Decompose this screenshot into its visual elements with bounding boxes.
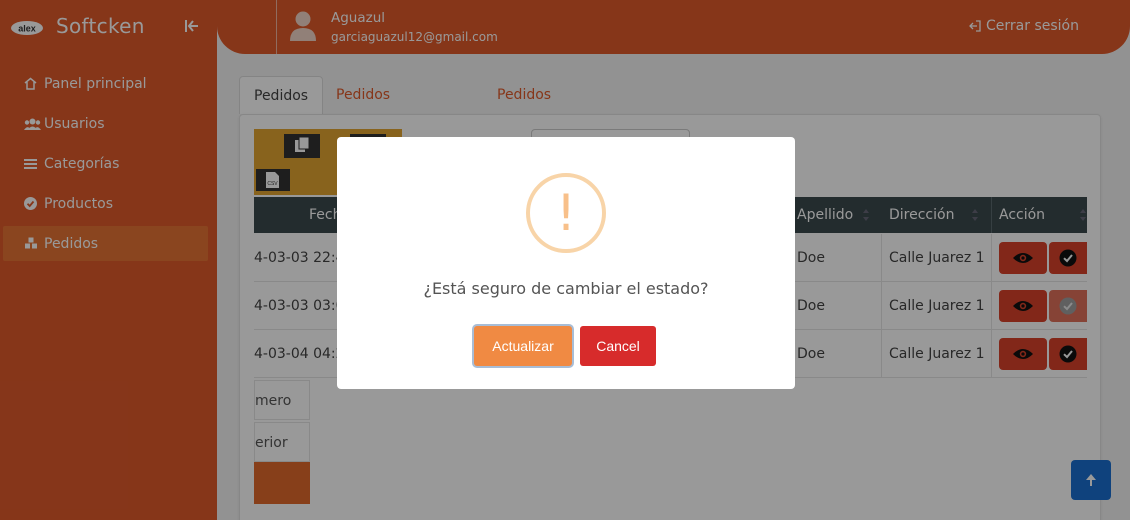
confirm-dialog: ! ¿Está seguro de cambiar el estado? Act…	[337, 137, 795, 389]
warning-icon: !	[526, 173, 606, 253]
confirm-update-button[interactable]: Actualizar	[474, 326, 572, 366]
dialog-message: ¿Está seguro de cambiar el estado?	[423, 279, 709, 298]
warning-mark: !	[555, 184, 577, 242]
cancel-button[interactable]: Cancel	[580, 326, 656, 366]
